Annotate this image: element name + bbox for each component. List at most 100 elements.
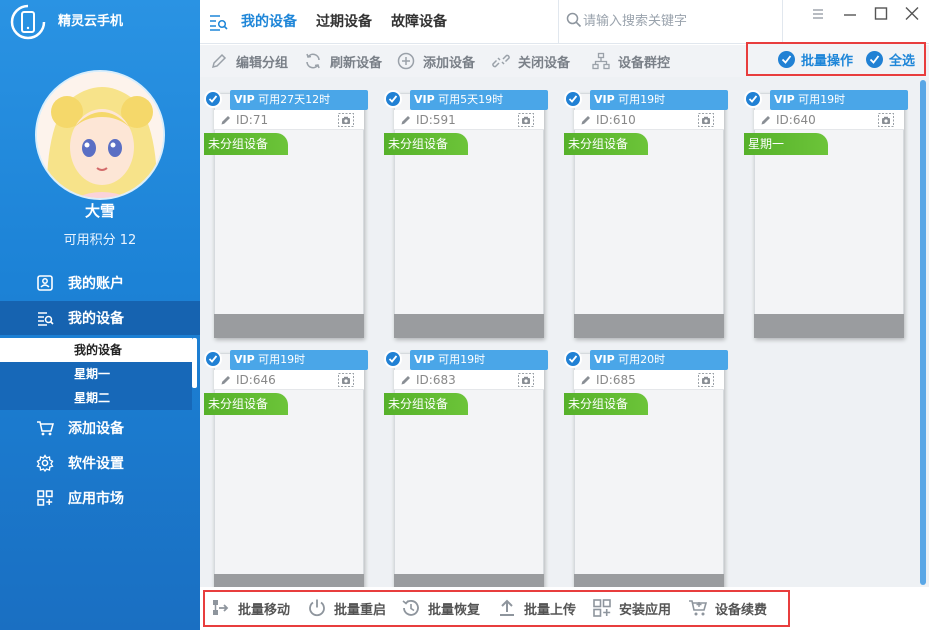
checkmark-icon — [568, 95, 578, 103]
screenshot-icon[interactable] — [878, 113, 894, 127]
device-checkbox[interactable] — [204, 350, 222, 368]
toolbar: 编辑分组 刷新设备 添加设备 关闭设备 设备群控 批量操作 全选 — [200, 42, 929, 77]
sidebar-item-devices[interactable]: 我的设备 — [0, 301, 200, 335]
screenshot-icon[interactable] — [518, 373, 534, 387]
menu-icon[interactable] — [809, 6, 827, 22]
batch-operation-toggle[interactable]: 批量操作 — [778, 50, 853, 69]
screenshot-icon[interactable] — [698, 113, 714, 127]
sidebar-item-label: 软件设置 — [68, 456, 124, 472]
device-card[interactable]: ID:610 VIP 可用19时 未分组设备 — [564, 90, 728, 338]
pencil-icon[interactable] — [580, 114, 592, 126]
add-device-label: 添加设备 — [423, 55, 476, 71]
device-card[interactable]: ID:640 VIP 可用19时 星期一 — [744, 90, 908, 338]
batch-restart-button[interactable]: 批量重启 — [307, 597, 386, 619]
close-icon[interactable] — [903, 6, 921, 22]
device-id-row: ID:685 — [574, 370, 724, 390]
device-group-tag[interactable]: 未分组设备 — [204, 393, 288, 415]
close-device-label: 关闭设备 — [518, 55, 571, 71]
batch-restore-button[interactable]: 批量恢复 — [401, 597, 480, 619]
install-app-button[interactable]: 安装应用 — [592, 597, 671, 619]
tab-faulty-devices[interactable]: 故障设备 — [391, 11, 447, 31]
batch-upload-button[interactable]: 批量上传 — [497, 597, 576, 619]
add-device-button[interactable]: 添加设备 — [397, 45, 475, 77]
remaining-time: 可用5天19时 — [438, 93, 504, 106]
apps-icon — [593, 599, 611, 617]
device-id: ID:71 — [236, 112, 269, 127]
cart-icon — [37, 421, 54, 436]
device-group-tag[interactable]: 未分组设备 — [384, 393, 468, 415]
device-card[interactable]: ID:685 VIP 可用20时 未分组设备 — [564, 350, 728, 598]
screenshot-icon[interactable] — [338, 113, 354, 127]
device-id-row: ID:610 — [574, 110, 724, 130]
device-group-tag[interactable]: 未分组设备 — [564, 393, 648, 415]
batch-move-button[interactable]: 批量移动 — [211, 597, 290, 619]
group-control-button[interactable]: 设备群控 — [592, 45, 670, 77]
pencil-icon[interactable] — [220, 374, 232, 386]
device-card[interactable]: ID:683 VIP 可用19时 未分组设备 — [384, 350, 548, 598]
tab-my-devices[interactable]: 我的设备 — [241, 11, 297, 31]
device-id-row: ID:640 — [754, 110, 904, 130]
minimize-icon[interactable] — [841, 6, 859, 22]
header: 我的设备 过期设备 故障设备 — [200, 0, 929, 44]
device-card[interactable]: ID:646 VIP 可用19时 未分组设备 — [204, 350, 368, 598]
checkbox-checked-icon — [778, 51, 795, 68]
device-group-tag[interactable]: 未分组设备 — [384, 133, 468, 155]
vip-time-badge: VIP 可用27天12时 — [230, 90, 368, 110]
device-checkbox[interactable] — [384, 350, 402, 368]
device-card[interactable]: ID:591 VIP 可用5天19时未分组设备 — [384, 90, 548, 338]
tab-expired-devices[interactable]: 过期设备 — [316, 11, 372, 31]
screenshot-icon[interactable] — [698, 373, 714, 387]
pencil-icon[interactable] — [400, 114, 412, 126]
device-checkbox[interactable] — [204, 90, 222, 108]
pencil-icon[interactable] — [400, 374, 412, 386]
device-id-row: ID:591 — [394, 110, 544, 130]
device-card[interactable]: ID:71 VIP 可用27天12时未分组设备 — [204, 90, 368, 338]
submenu-scrollbar[interactable] — [192, 338, 197, 388]
device-checkbox[interactable] — [744, 90, 762, 108]
sidebar-item-label: 应用市场 — [68, 491, 124, 507]
hierarchy-icon — [592, 52, 610, 70]
device-group-tag[interactable]: 未分组设备 — [204, 133, 288, 155]
device-group-tag[interactable]: 未分组设备 — [564, 133, 648, 155]
install-app-label: 安装应用 — [619, 602, 672, 618]
pencil-icon[interactable] — [760, 114, 772, 126]
remaining-time: 可用19时 — [618, 93, 666, 106]
maximize-icon[interactable] — [872, 6, 890, 22]
vip-label: VIP — [414, 93, 435, 106]
device-grid-scrollbar[interactable] — [920, 80, 926, 585]
device-id: ID:610 — [596, 112, 636, 127]
checkbox-checked-icon — [866, 51, 883, 68]
device-nav-bar — [754, 314, 904, 338]
avatar[interactable] — [35, 70, 165, 200]
device-renew-button[interactable]: 设备续费 — [688, 597, 767, 619]
vip-time-badge: VIP 可用5天19时 — [410, 90, 548, 110]
edit-group-button[interactable]: 编辑分组 — [210, 45, 288, 77]
sidebar-item-label: 我的设备 — [68, 311, 124, 327]
screenshot-icon[interactable] — [338, 373, 354, 387]
device-checkbox[interactable] — [564, 350, 582, 368]
device-checkbox[interactable] — [564, 90, 582, 108]
refresh-button[interactable]: 刷新设备 — [304, 45, 382, 77]
sidebar-item-app-market[interactable]: 应用市场 — [0, 481, 200, 515]
batch-restart-label: 批量重启 — [334, 602, 387, 618]
sidebar-subitem-monday[interactable]: 星期一 — [0, 362, 192, 386]
device-id: ID:640 — [776, 112, 816, 127]
sidebar-item-account[interactable]: 我的账户 — [0, 266, 200, 300]
pencil-icon[interactable] — [580, 374, 592, 386]
remaining-time: 可用27天12时 — [258, 93, 331, 106]
screenshot-icon[interactable] — [518, 113, 534, 127]
search-box — [558, 0, 783, 44]
device-id: ID:591 — [416, 112, 456, 127]
pencil-icon[interactable] — [220, 114, 232, 126]
search-input[interactable] — [583, 10, 773, 32]
sidebar-item-settings[interactable]: 软件设置 — [0, 446, 200, 480]
sidebar-subitem-my-devices[interactable]: 我的设备 — [0, 338, 192, 362]
sidebar-item-add-device[interactable]: 添加设备 — [0, 411, 200, 445]
device-group-tag[interactable]: 星期一 — [744, 133, 828, 155]
close-device-button[interactable]: 关闭设备 — [492, 45, 570, 77]
device-checkbox[interactable] — [384, 90, 402, 108]
sidebar-subitem-tuesday[interactable]: 星期二 — [0, 386, 192, 410]
unlink-icon — [492, 54, 510, 68]
select-all-toggle[interactable]: 全选 — [866, 50, 915, 69]
batch-move-label: 批量移动 — [238, 602, 291, 618]
